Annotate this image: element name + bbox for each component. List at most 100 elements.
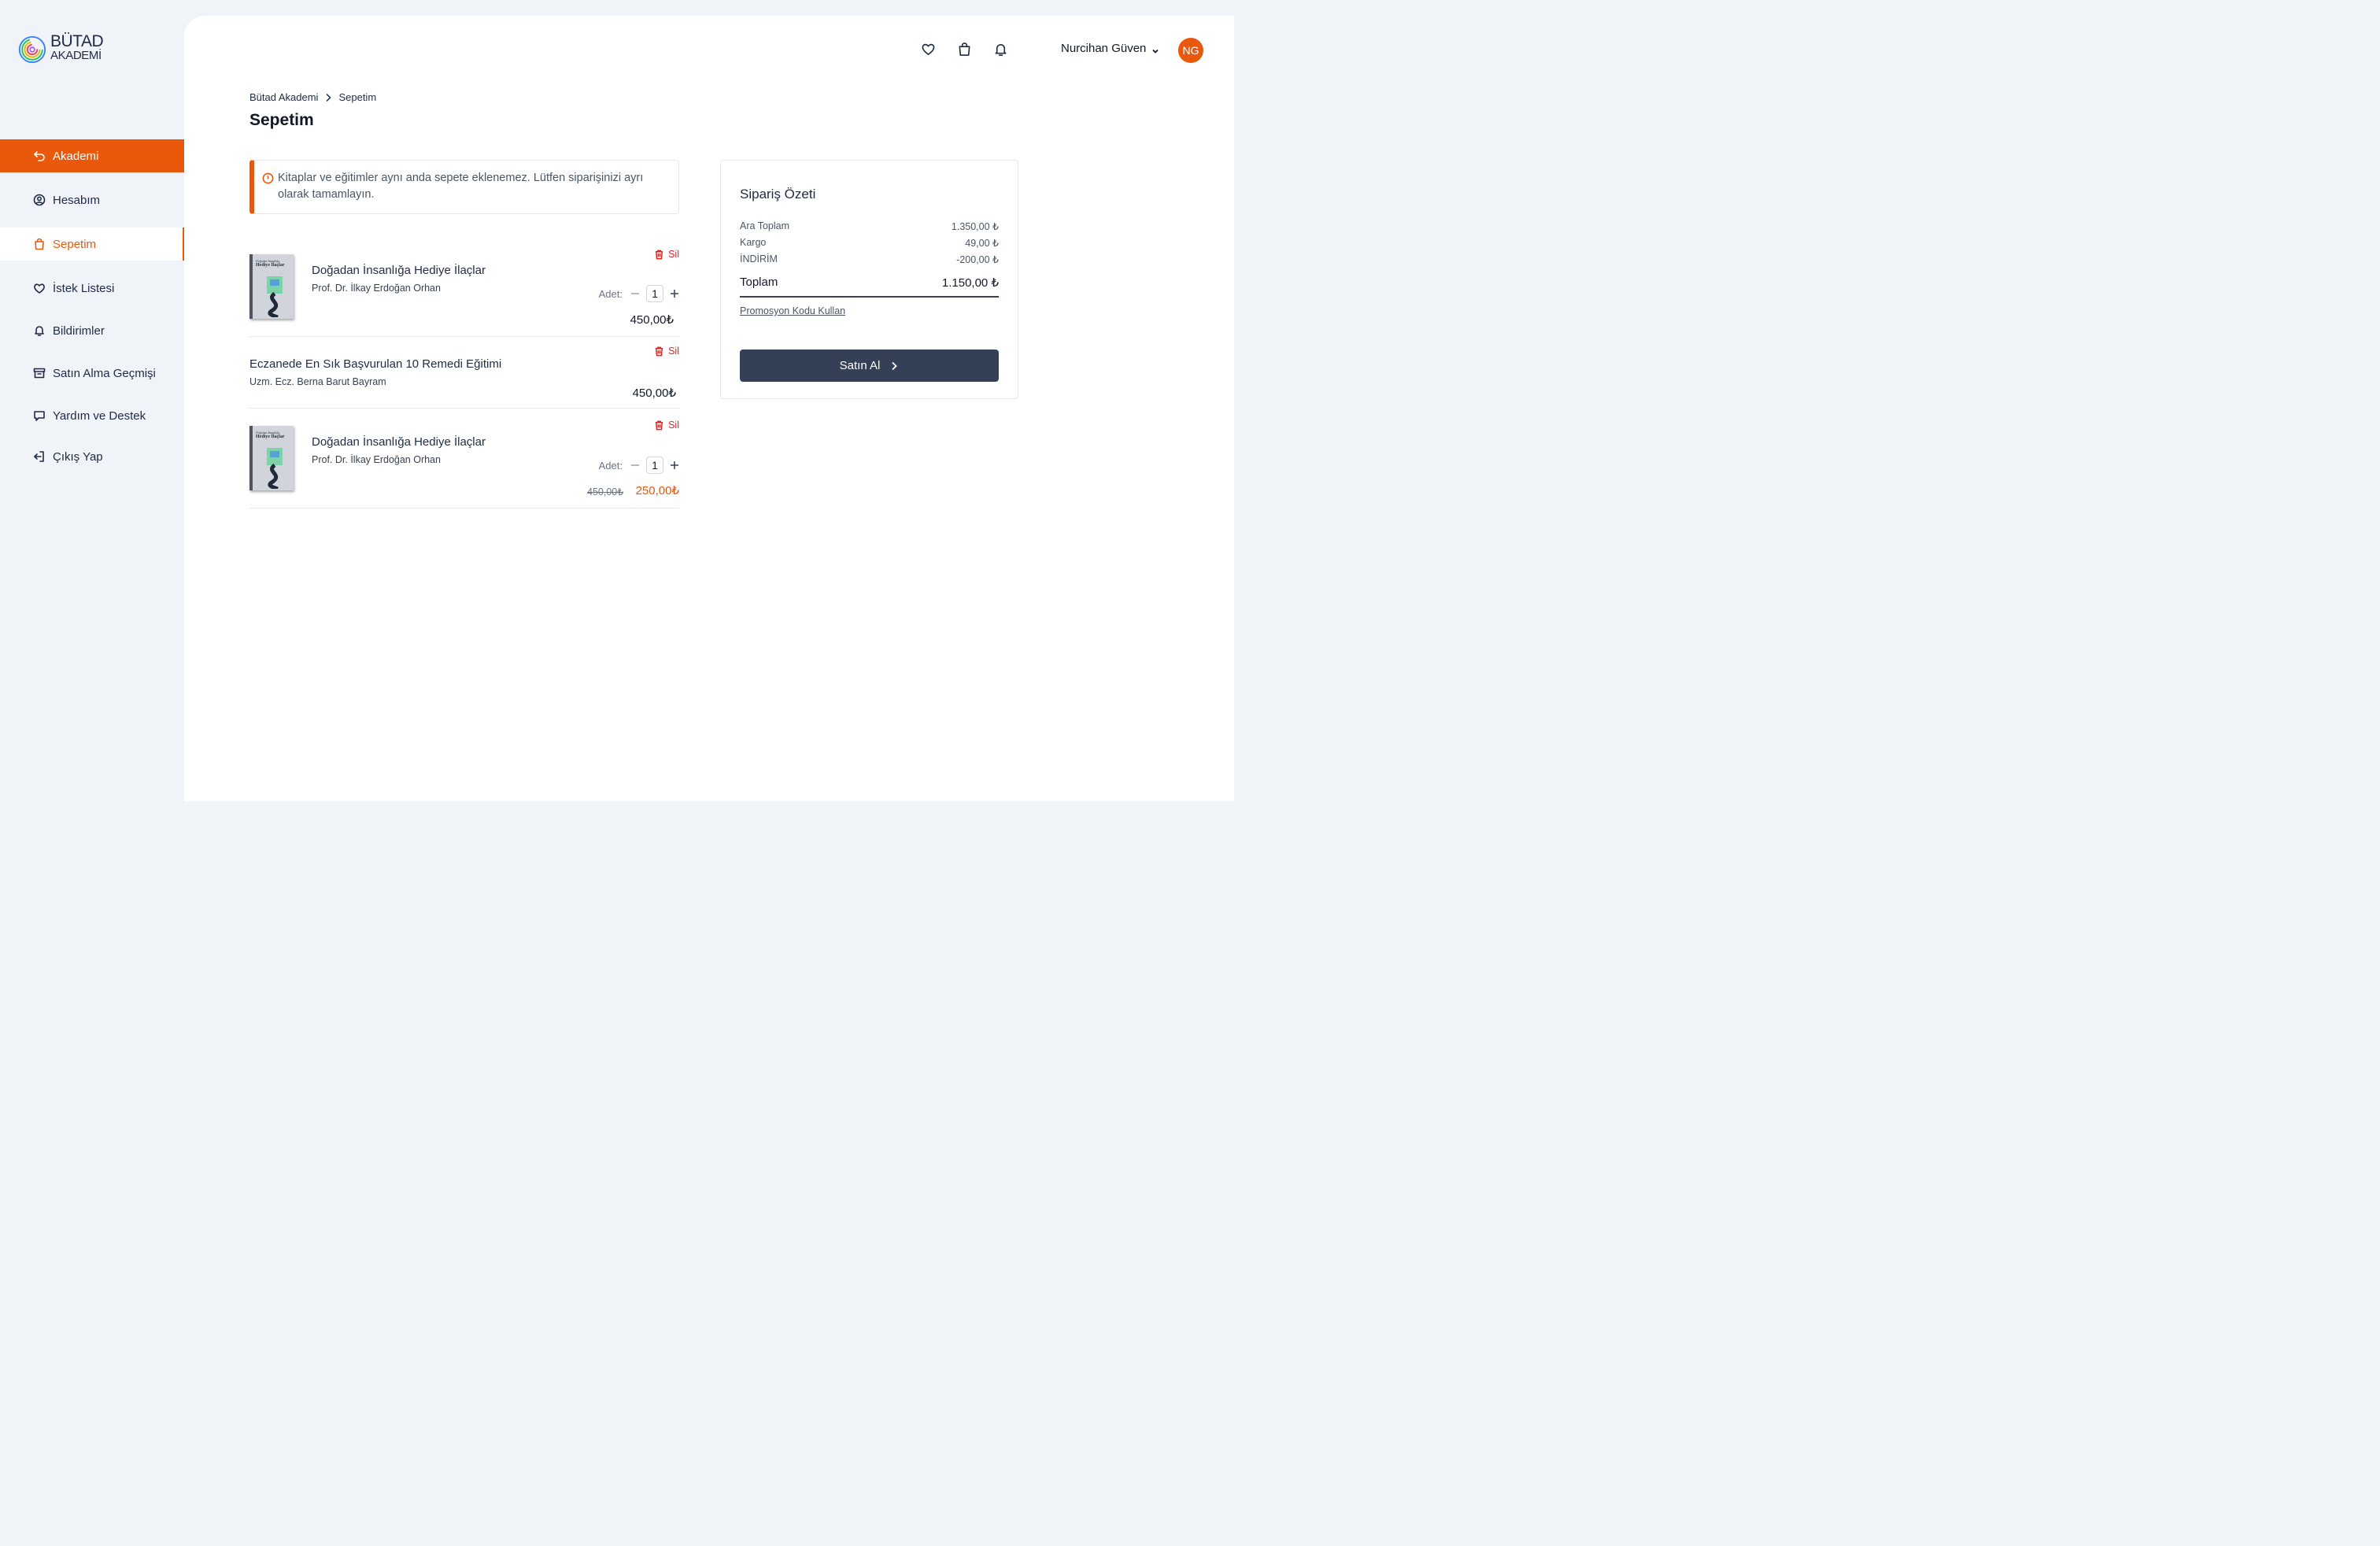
item-price: 450,00₺ xyxy=(632,386,676,400)
delete-label: Sil xyxy=(668,249,679,260)
delete-label: Sil xyxy=(668,346,679,357)
brand-line2: AKADEMİ xyxy=(50,49,102,62)
sidebar-item-satin-alma-gecmisi[interactable]: Satın Alma Geçmişi xyxy=(0,357,184,390)
summary-title: Sipariş Özeti xyxy=(740,187,816,202)
trash-icon xyxy=(655,250,663,260)
delete-button[interactable]: Sil xyxy=(654,420,679,431)
user-circle-icon xyxy=(33,194,46,206)
logout-icon xyxy=(33,450,46,463)
shopping-bag-icon xyxy=(33,238,46,250)
chevron-down-icon xyxy=(1151,45,1159,54)
summary-row-value: 1.350,00 ₺ xyxy=(951,221,999,232)
sidebar-item-label: Satın Alma Geçmişi xyxy=(53,366,156,380)
sidebar-item-label: Hesabım xyxy=(53,193,101,207)
sidebar-item-label: Bildirimler xyxy=(53,324,105,338)
summary-row-shipping: Kargo 49,00 ₺ xyxy=(740,237,999,249)
quantity-label: Adet: xyxy=(598,287,623,300)
book-cover-line2: Hediye İlaçlar xyxy=(256,263,285,268)
order-summary: Sipariş Özeti Ara Toplam 1.350,00 ₺ Karg… xyxy=(720,160,1018,399)
summary-row-subtotal: Ara Toplam 1.350,00 ₺ xyxy=(740,220,999,232)
item-title[interactable]: Doğadan İnsanlığa Hediye İlaçlar xyxy=(312,435,486,449)
summary-row-label: Kargo xyxy=(740,237,767,248)
trash-icon xyxy=(655,346,663,357)
delete-label: Sil xyxy=(668,420,679,431)
item-title[interactable]: Eczanede En Sık Başvurulan 10 Remedi Eği… xyxy=(249,357,501,371)
total-value: 1.150,00 ₺ xyxy=(941,276,999,290)
book-cover-art-icon xyxy=(267,448,283,489)
buy-button[interactable]: Satın Al xyxy=(740,350,999,382)
cart-item: Eczanede En Sık Başvurulan 10 Remedi Eği… xyxy=(249,337,679,409)
cart-alert: Kitaplar ve eğitimler aynı anda sepete e… xyxy=(249,160,679,214)
user-menu[interactable]: Nurcihan Güven xyxy=(1061,42,1159,55)
summary-row-value: -200,00 ₺ xyxy=(956,254,999,265)
wishlist-heart-icon[interactable] xyxy=(919,40,937,57)
item-title[interactable]: Doğadan İnsanlığa Hediye İlaçlar xyxy=(312,264,486,277)
sidebar-nav: Akademi Hesabım Sepetim İstek Listesi Bi… xyxy=(0,139,184,473)
heart-icon xyxy=(33,282,46,294)
sidebar-item-label: Çıkış Yap xyxy=(53,449,103,464)
chat-bubble-icon xyxy=(33,409,46,422)
alert-circle-icon xyxy=(262,172,274,184)
breadcrumb-current: Sepetim xyxy=(338,91,377,103)
sidebar-item-cikis-yap[interactable]: Çıkış Yap xyxy=(0,440,184,473)
item-author: Uzm. Ecz. Berna Barut Bayram xyxy=(249,376,386,387)
quantity-value[interactable]: 1 xyxy=(646,285,663,302)
quantity-value[interactable]: 1 xyxy=(646,457,663,474)
sidebar-item-akademi[interactable]: Akademi xyxy=(0,139,184,172)
trash-icon xyxy=(655,420,663,431)
summary-row-label: İNDİRİM xyxy=(740,253,778,264)
breadcrumb: Bütad Akademi Sepetim xyxy=(249,91,376,103)
summary-total: Toplam 1.150,00 ₺ xyxy=(740,276,999,298)
page-title: Sepetim xyxy=(249,111,314,129)
book-cover-image[interactable]: Doğadan İnsanlığa Hediye İlaçlar xyxy=(249,254,294,319)
plus-icon[interactable] xyxy=(670,289,679,298)
header-actions xyxy=(919,40,1028,57)
delete-button[interactable]: Sil xyxy=(654,249,679,260)
chevron-right-icon xyxy=(892,361,898,370)
chevron-right-icon xyxy=(324,93,332,102)
cart-item: Doğadan İnsanlığa Hediye İlaçlar Doğadan… xyxy=(249,409,679,509)
brand-logo[interactable]: BÜTAD AKADEMİ xyxy=(17,32,104,65)
brand-line1: BÜTAD xyxy=(50,32,104,50)
sidebar-item-label: İstek Listesi xyxy=(53,281,115,295)
item-price: 450,00₺ xyxy=(630,313,674,327)
promo-code-link[interactable]: Promosyon Kodu Kullan xyxy=(740,305,845,316)
quantity-stepper: Adet: 1 xyxy=(599,285,679,302)
delete-button[interactable]: Sil xyxy=(654,346,679,357)
book-cover-line2: Hediye İlaçlar xyxy=(256,435,285,439)
summary-row-discount: İNDİRİM -200,00 ₺ xyxy=(740,253,999,265)
sidebar-item-sepetim[interactable]: Sepetim xyxy=(0,227,184,261)
sidebar-item-label: Yardım ve Destek xyxy=(53,409,146,423)
quantity-stepper: Adet: 1 xyxy=(599,457,679,474)
minus-icon[interactable] xyxy=(630,289,640,298)
total-label: Toplam xyxy=(740,276,778,289)
sidebar-item-label: Sepetim xyxy=(53,237,97,251)
bell-icon xyxy=(33,324,46,337)
plus-icon[interactable] xyxy=(670,460,679,470)
item-sale-price: 250,00₺ xyxy=(635,484,679,497)
sidebar-item-bildirimler[interactable]: Bildirimler xyxy=(0,314,184,347)
sidebar-item-hesabim[interactable]: Hesabım xyxy=(0,183,184,216)
cart-item: Doğadan İnsanlığa Hediye İlaçlar Doğadan… xyxy=(249,239,679,337)
main-panel: Nurcihan Güven NG Bütad Akademi Sepetim … xyxy=(184,16,1234,801)
item-author: Prof. Dr. İlkay Erdoğan Orhan xyxy=(312,283,441,294)
breadcrumb-root[interactable]: Bütad Akademi xyxy=(249,91,318,103)
sidebar-item-label: Akademi xyxy=(53,149,99,163)
archive-icon xyxy=(33,367,46,379)
notification-bell-icon[interactable] xyxy=(992,40,1009,57)
avatar[interactable]: NG xyxy=(1178,38,1203,63)
summary-row-label: Ara Toplam xyxy=(740,220,789,231)
minus-icon[interactable] xyxy=(630,460,640,470)
undo-arrow-icon xyxy=(33,150,46,162)
book-cover-image[interactable]: Doğadan İnsanlığa Hediye İlaçlar xyxy=(249,426,294,490)
cart-bag-icon[interactable] xyxy=(955,40,973,57)
alert-text: Kitaplar ve eğitimler aynı anda sepete e… xyxy=(278,172,644,201)
book-cover-art-icon xyxy=(267,276,283,317)
quantity-label: Adet: xyxy=(598,459,623,472)
user-name: Nurcihan Güven xyxy=(1061,42,1147,55)
sidebar-item-yardim-ve-destek[interactable]: Yardım ve Destek xyxy=(0,399,184,432)
buy-button-label: Satın Al xyxy=(839,359,881,372)
sidebar-item-istek-listesi[interactable]: İstek Listesi xyxy=(0,272,184,305)
summary-row-value: 49,00 ₺ xyxy=(965,238,999,249)
item-old-price: 450,00₺ xyxy=(587,486,624,497)
